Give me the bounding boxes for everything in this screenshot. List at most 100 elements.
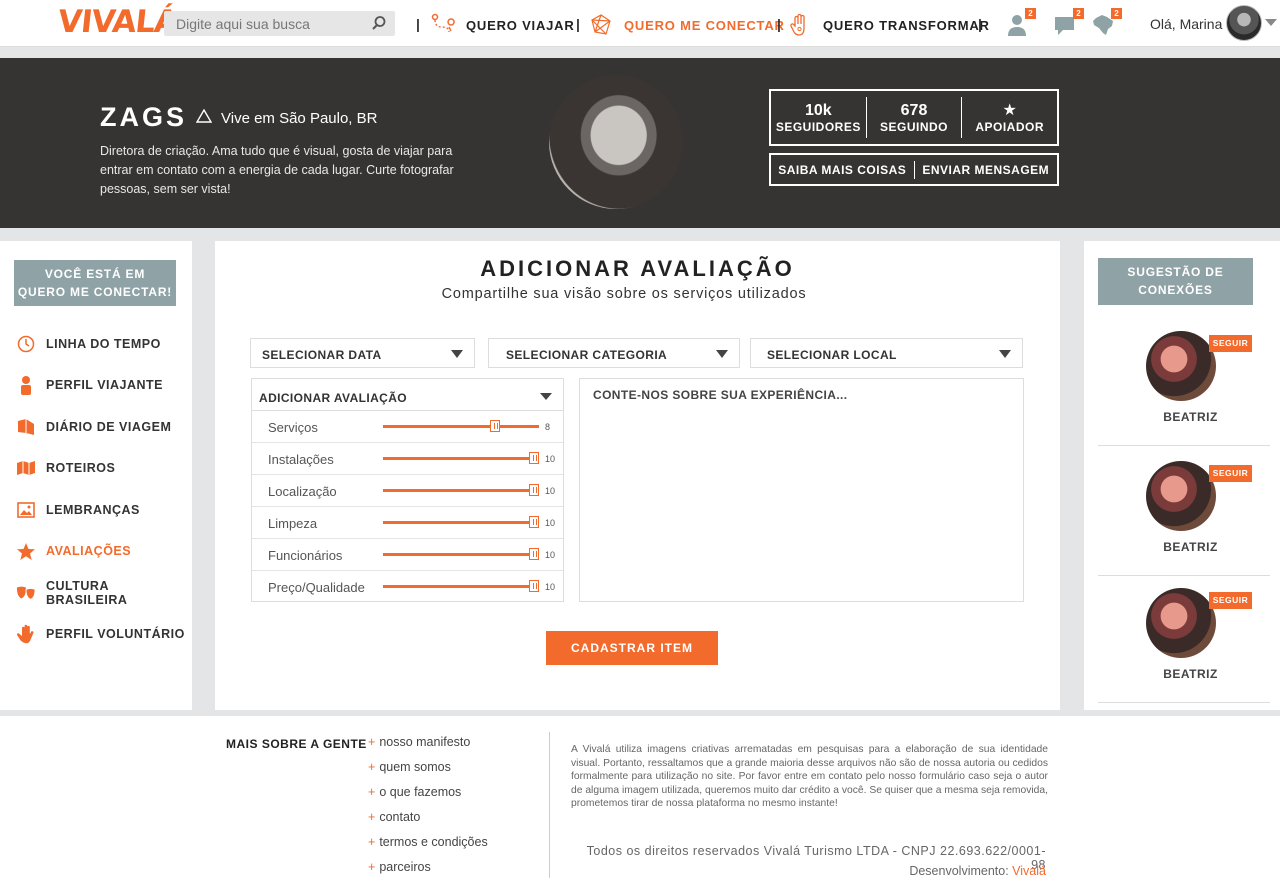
plus-icon: + xyxy=(368,760,376,774)
suggestions-title: SUGESTÃO DE CONEXÕES xyxy=(1098,258,1253,305)
footer-link-parceiros[interactable]: + parceiros xyxy=(368,860,488,885)
stat-following[interactable]: 678 SEGUINDO xyxy=(867,97,963,138)
connection-card: SEGUIR BEATRIZ xyxy=(1098,576,1270,703)
search-bar xyxy=(164,11,395,36)
hand-icon xyxy=(787,12,813,38)
rating-slider-handle[interactable] xyxy=(490,420,500,432)
chat-notifications[interactable]: 2 xyxy=(1052,8,1084,42)
experience-textarea[interactable] xyxy=(579,378,1024,602)
rating-slider-track[interactable] xyxy=(383,489,539,492)
section-indicator: VOCÊ ESTÁ EM QUERO ME CONECTAR! xyxy=(14,260,176,306)
rating-list: Serviços 8 Instalações 10 Localização 10 Limpe… xyxy=(252,411,563,603)
rating-slider-handle[interactable] xyxy=(529,580,539,592)
rating-value: 10 xyxy=(545,486,556,496)
footer-link-manifesto[interactable]: + nosso manifesto xyxy=(368,735,488,760)
rating-row: Funcionários 10 xyxy=(252,539,563,571)
connection-avatar[interactable] xyxy=(1146,331,1216,401)
sidebar-item-diario-de-viagem[interactable]: DIÁRIO DE VIAGEM xyxy=(16,406,192,448)
learn-more-button[interactable]: SAIBA MAIS COISAS xyxy=(771,163,914,177)
select-date[interactable]: SELECIONAR DATA xyxy=(250,338,475,368)
rating-slider-handle[interactable] xyxy=(529,484,539,496)
submit-review-button[interactable]: CADASTRAR ITEM xyxy=(546,631,718,665)
rating-slider-handle[interactable] xyxy=(529,548,539,560)
user-notifications[interactable]: 2 xyxy=(1004,8,1036,40)
sidebar-item-roteiros[interactable]: ROTEIROS xyxy=(16,448,192,490)
sidebar-item-perfil-voluntario[interactable]: PERFIL VOLUNTÁRIO xyxy=(16,614,192,656)
rating-slider-track[interactable] xyxy=(383,585,539,588)
map-notifications[interactable]: 2 xyxy=(1090,8,1122,40)
nav-separator: | xyxy=(416,16,420,32)
picture-icon xyxy=(16,500,36,520)
sidebar-item-cultura-brasileira[interactable]: CULTURA BRASILEIRA xyxy=(16,572,192,614)
footer-image-notice: A Vivalá utiliza imagens criativas arrem… xyxy=(571,744,1048,810)
rating-label: Serviços xyxy=(268,420,318,435)
stat-followers[interactable]: 10k SEGUIDORES xyxy=(771,97,867,138)
stat-label: SEGUINDO xyxy=(880,119,949,134)
developer-link[interactable]: Vivalá xyxy=(1012,864,1046,878)
person-icon xyxy=(16,375,36,396)
search-icon[interactable] xyxy=(371,15,387,36)
avatar[interactable] xyxy=(1226,5,1262,41)
sidebar-item-perfil-viajante[interactable]: PERFIL VIAJANTE xyxy=(16,365,192,407)
sidebar-item-label: PERFIL VIAJANTE xyxy=(46,378,164,393)
nav-separator: | xyxy=(777,16,781,32)
nav-quero-transformar[interactable]: QUERO TRANSFORMAR xyxy=(787,10,990,40)
rating-slider-track[interactable] xyxy=(383,425,539,428)
rating-value: 10 xyxy=(545,582,556,592)
rating-slider-track[interactable] xyxy=(383,553,539,556)
rating-box: ADICIONAR AVALIAÇÃO Serviços 8 Instalações… xyxy=(251,378,564,602)
nav-quero-me-conectar[interactable]: QUERO ME CONECTAR xyxy=(588,10,785,40)
follow-button[interactable]: SEGUIR xyxy=(1209,335,1252,352)
connection-card: SEGUIR BEATRIZ xyxy=(1098,319,1270,446)
section-indicator-line1: VOCÊ ESTÁ EM xyxy=(44,267,146,281)
sidebar-item-label: ROTEIROS xyxy=(46,461,116,476)
top-navigation: VIVALÁ | QUERO VIAJAR | QUERO ME CONECTA… xyxy=(0,0,1280,47)
rating-header[interactable]: ADICIONAR AVALIAÇÃO xyxy=(252,379,563,411)
rating-slider-track[interactable] xyxy=(383,457,539,460)
sidebar-item-lembrancas[interactable]: LEMBRANÇAS xyxy=(16,489,192,531)
connection-avatar[interactable] xyxy=(1146,461,1216,531)
connection-avatar[interactable] xyxy=(1146,588,1216,658)
nav-label: QUERO TRANSFORMAR xyxy=(823,17,990,33)
stat-supporter[interactable]: ★ APOIADOR xyxy=(962,97,1057,138)
footer-links: + nosso manifesto + quem somos + o que faze… xyxy=(368,735,488,885)
clock-icon xyxy=(16,334,36,354)
dropdown-arrow-icon xyxy=(999,350,1011,358)
footer-link-o-que-fazemos[interactable]: + o que fazemos xyxy=(368,785,488,810)
sidebar-item-avaliacoes[interactable]: AVALIAÇÕES xyxy=(16,531,192,573)
star-icon: ★ xyxy=(1002,101,1017,119)
chevron-down-icon[interactable] xyxy=(1265,19,1277,26)
rating-slider-handle[interactable] xyxy=(529,516,539,528)
nav-quero-viajar[interactable]: QUERO VIAJAR xyxy=(430,10,575,40)
sidebar-item-label: DIÁRIO DE VIAGEM xyxy=(46,419,172,434)
follow-button[interactable]: SEGUIR xyxy=(1209,592,1252,609)
connection-card: SEGUIR BEATRIZ xyxy=(1098,449,1270,576)
follow-button[interactable]: SEGUIR xyxy=(1209,465,1252,482)
vivala-logo[interactable]: VIVALÁ xyxy=(56,4,179,40)
rating-row: Serviços 8 xyxy=(252,411,563,443)
dropdown-arrow-icon xyxy=(540,393,552,400)
sidebar-item-label: AVALIAÇÕES xyxy=(46,544,132,559)
select-category[interactable]: SELECIONAR CATEGORIA xyxy=(488,338,740,368)
connection-name[interactable]: BEATRIZ xyxy=(1098,410,1280,424)
footer-link-contato[interactable]: + contato xyxy=(368,810,488,835)
footer-link-quem-somos[interactable]: + quem somos xyxy=(368,760,488,785)
rating-slider-track[interactable] xyxy=(383,521,539,524)
sidebar-item-linha-do-tempo[interactable]: LINHA DO TEMPO xyxy=(16,323,192,365)
footer-link-label: quem somos xyxy=(379,760,451,774)
send-message-button[interactable]: ENVIAR MENSAGEM xyxy=(915,163,1058,177)
connection-name[interactable]: BEATRIZ xyxy=(1098,540,1280,554)
select-location[interactable]: SELECIONAR LOCAL xyxy=(750,338,1023,368)
rating-label: Localização xyxy=(268,484,337,499)
stat-label: APOIADOR xyxy=(975,119,1045,134)
rating-slider-handle[interactable] xyxy=(529,452,539,464)
rating-row: Localização 10 xyxy=(252,475,563,507)
notification-badge: 2 xyxy=(1111,8,1122,19)
dropdown-arrow-icon xyxy=(716,350,728,358)
search-input[interactable] xyxy=(164,11,364,36)
chat-icon xyxy=(1052,17,1078,42)
suggestions-title-line2: CONEXÕES xyxy=(1138,283,1213,297)
divider xyxy=(549,732,550,878)
footer-link-termos[interactable]: + termos e condições xyxy=(368,835,488,860)
connection-name[interactable]: BEATRIZ xyxy=(1098,667,1280,681)
